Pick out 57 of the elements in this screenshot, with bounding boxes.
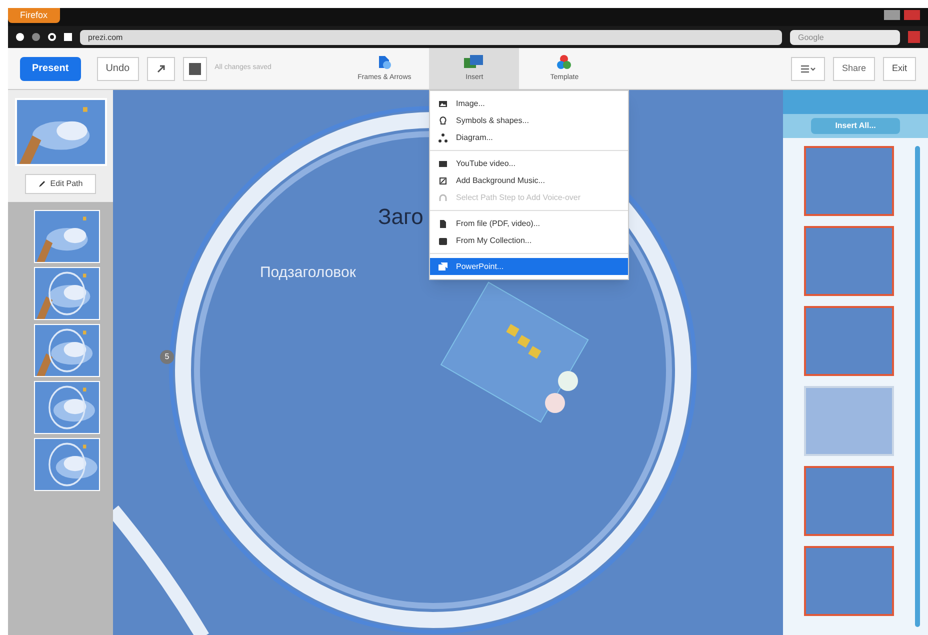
- redo-icon: [156, 64, 166, 74]
- menu-item-label: YouTube video...: [456, 158, 516, 170]
- slide-subtitle: Подзаголовок: [260, 263, 356, 283]
- slide-thumbnail[interactable]: [804, 466, 894, 536]
- present-button[interactable]: Present: [20, 56, 81, 80]
- music-icon: [438, 176, 448, 186]
- menu-item[interactable]: YouTube video...: [430, 155, 628, 172]
- menu-item-label: Symbols & shapes...: [456, 114, 529, 126]
- pencil-icon: [38, 180, 46, 188]
- bulb-icon: [438, 116, 448, 126]
- back-icon[interactable]: [16, 33, 24, 41]
- undo-button[interactable]: Undo: [96, 56, 139, 80]
- menu-item-label: Diagram...: [456, 132, 493, 144]
- diagram-icon: [438, 132, 448, 142]
- path-step-thumbnail[interactable]: [34, 438, 100, 491]
- menu-item[interactable]: PowerPoint...: [430, 258, 628, 275]
- scrollbar[interactable]: [915, 146, 920, 627]
- collection-icon: [438, 236, 448, 246]
- address-bar[interactable]: prezi.com: [80, 30, 782, 44]
- slide-thumbnail[interactable]: [804, 226, 894, 296]
- save-icon: [188, 62, 201, 74]
- menu-item[interactable]: From My Collection...: [430, 232, 628, 249]
- file-icon: [438, 218, 448, 228]
- step-badge: 5: [160, 350, 174, 364]
- reload-icon[interactable]: [48, 33, 56, 41]
- list-icon: [800, 64, 816, 74]
- view-button[interactable]: [790, 56, 825, 80]
- edit-path-button[interactable]: Edit Path: [25, 174, 96, 194]
- menu-item[interactable]: Add Background Music...: [430, 172, 628, 189]
- redo-button[interactable]: [146, 56, 175, 80]
- save-button[interactable]: [182, 56, 207, 80]
- path-step-thumbnail[interactable]: [34, 324, 100, 377]
- menu-item[interactable]: Diagram...: [430, 129, 628, 146]
- share-button[interactable]: Share: [832, 56, 875, 80]
- menu-item-label: Image...: [456, 98, 485, 110]
- menu-item-label: From file (PDF, video)...: [456, 218, 540, 230]
- menu-item-label: From My Collection...: [456, 234, 532, 246]
- menu-item[interactable]: Symbols & shapes...: [430, 112, 628, 129]
- slides-icon: [438, 262, 448, 272]
- menu-item-label: Add Background Music...: [456, 174, 545, 186]
- forward-icon[interactable]: [32, 33, 40, 41]
- slide-thumbnail[interactable]: [804, 306, 894, 376]
- path-step-thumbnail[interactable]: [34, 381, 100, 434]
- menu-item[interactable]: From file (PDF, video)...: [430, 215, 628, 232]
- slide-thumbnail[interactable]: [804, 146, 894, 216]
- color-balls-icon: [555, 53, 574, 72]
- headphones-icon: [438, 192, 448, 202]
- menu-item[interactable]: Image...: [430, 95, 628, 112]
- menu-item-label: Select Path Step to Add Voice-over: [456, 192, 581, 204]
- video-icon: [438, 158, 448, 168]
- menu-item-label: PowerPoint...: [456, 260, 504, 272]
- image-icon: [438, 98, 448, 108]
- exit-button[interactable]: Exit: [882, 56, 916, 80]
- slide-thumbnail[interactable]: [804, 546, 894, 616]
- path-step-thumbnail[interactable]: [34, 210, 100, 263]
- path-step-thumbnail[interactable]: [34, 267, 100, 320]
- slide-title: Заго: [378, 203, 424, 231]
